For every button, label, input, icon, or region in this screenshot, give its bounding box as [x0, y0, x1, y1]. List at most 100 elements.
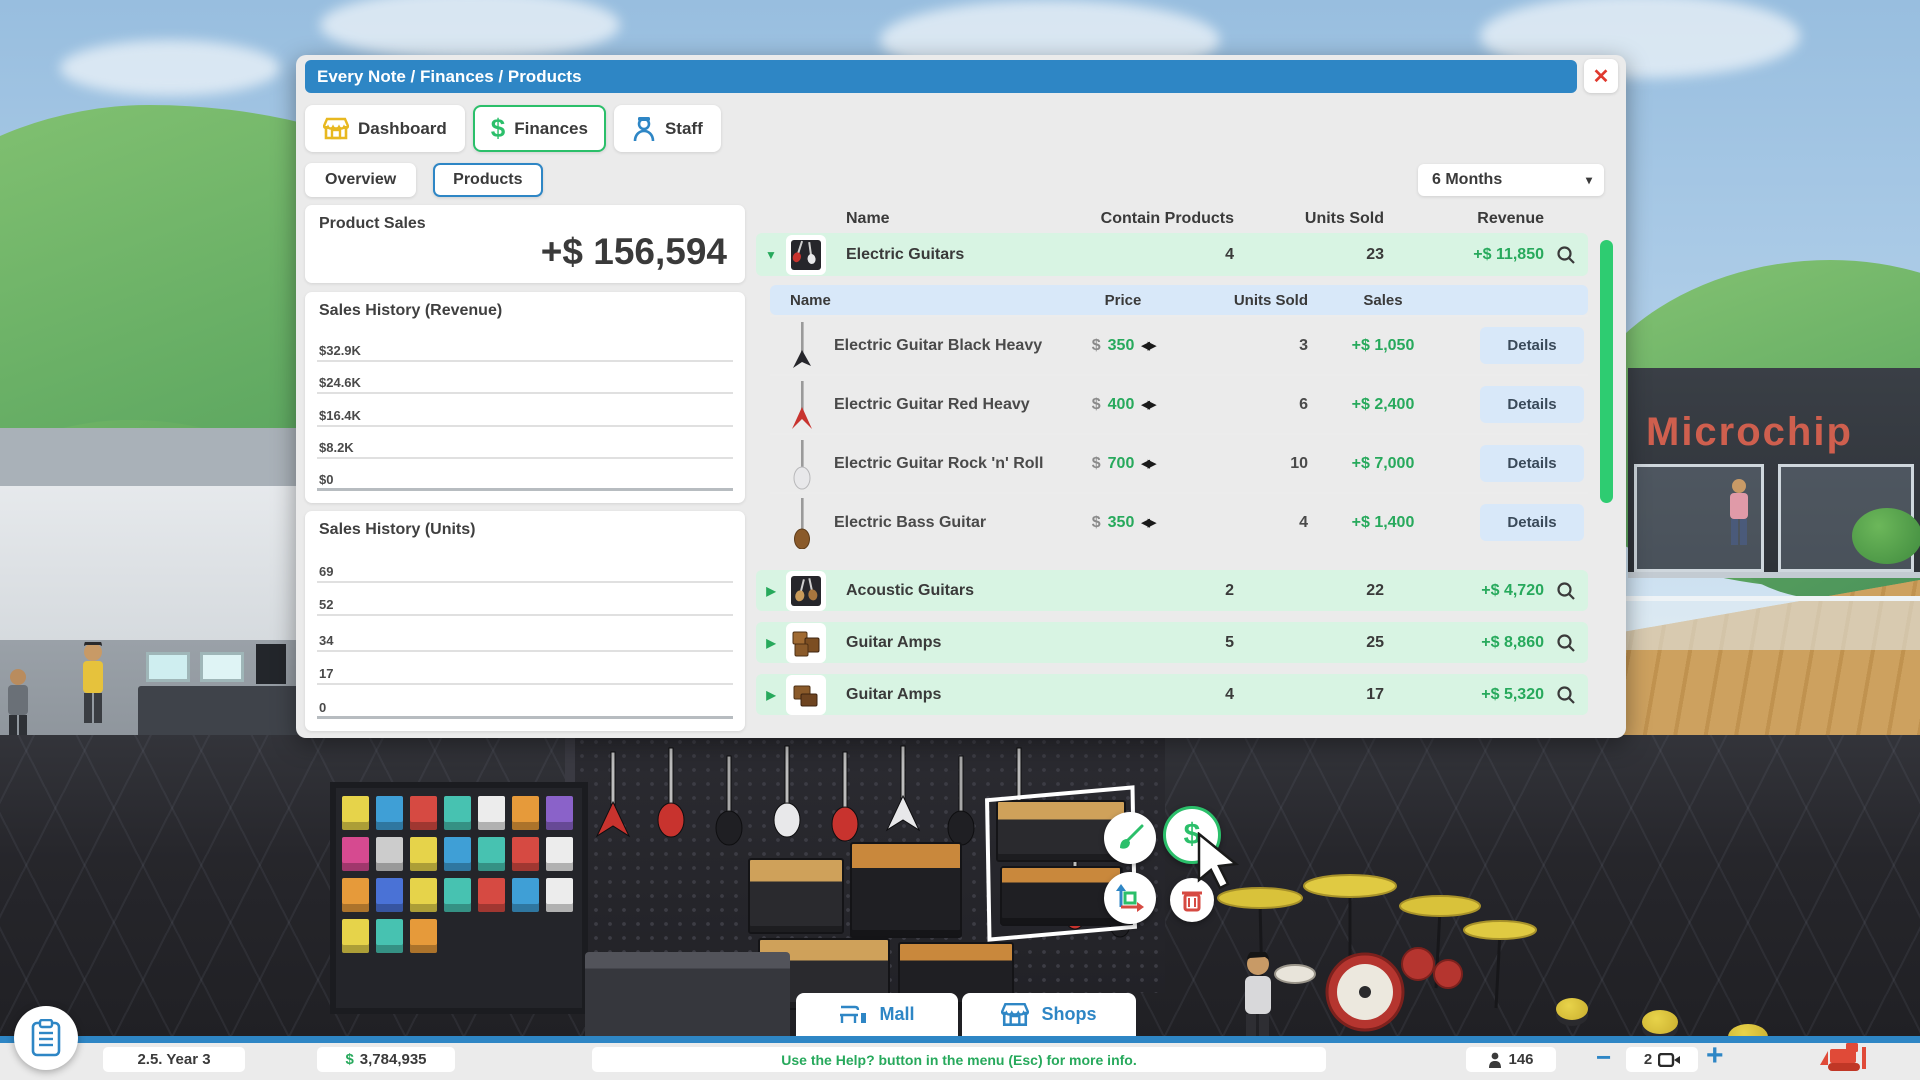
y-tick-label: 69: [319, 564, 333, 579]
tab-dashboard[interactable]: Dashboard: [305, 105, 465, 152]
revenue-chart-card: Sales History (Revenue) $32.9K $24.6K $16.…: [305, 292, 745, 503]
category-row-acoustic-guitars[interactable]: ▶ Acoustic Guitars 2 22 +$ 4,720: [756, 570, 1588, 611]
shelf-box: [342, 796, 369, 830]
close-button[interactable]: ✕: [1584, 59, 1618, 93]
category-name: Guitar Amps: [838, 634, 994, 652]
shelf-box: [512, 837, 539, 871]
visitor-count: 146: [1508, 1051, 1533, 1068]
black-guitar-icon: [791, 320, 813, 372]
product-sales-value: +$ 1,050: [1308, 337, 1458, 355]
magnifier-button[interactable]: [1544, 685, 1588, 705]
magnifier-button[interactable]: [1544, 245, 1588, 265]
category-row-electric-guitars[interactable]: ▼ Electric Guitars 4 23 +$ 11,850: [756, 233, 1588, 276]
move-tool-button[interactable]: [1104, 872, 1156, 924]
shops-button[interactable]: Shops: [962, 993, 1136, 1036]
category-name: Acoustic Guitars: [838, 582, 994, 600]
currency-symbol: $: [1092, 455, 1101, 473]
category-units: 22: [1234, 582, 1384, 600]
shelf-box: [376, 796, 403, 830]
product-sales-value: +$ 1,400: [1308, 514, 1458, 532]
chevron-down-icon: ▾: [1586, 173, 1592, 187]
monitor-dark: [256, 644, 286, 684]
tasks-menu-button[interactable]: [14, 1006, 78, 1070]
category-units: 17: [1234, 686, 1384, 704]
monitor: [200, 652, 244, 682]
npc-pink-shirt: [1726, 478, 1752, 548]
amp: [850, 842, 962, 938]
acoustic-guitars-thumb-icon: [789, 574, 823, 608]
category-row-guitar-amps-1[interactable]: ▶ Guitar Amps 5 25 +$ 8,860: [756, 622, 1588, 663]
products-table: Name Contain Products Units Sold Revenue…: [756, 205, 1588, 715]
plant: [1852, 508, 1920, 564]
mall-button[interactable]: Mall: [796, 993, 958, 1036]
magnifier-button[interactable]: [1544, 633, 1588, 653]
clipboard-icon: [30, 1019, 62, 1057]
product-row: Electric Guitar Red Heavy $ 400 ◀▶ 6 +$ …: [770, 374, 1588, 433]
y-tick-label: 0: [319, 700, 326, 715]
units-chart: 695234170: [317, 549, 733, 719]
product-sales-total: +$ 156,594: [541, 231, 727, 273]
details-button[interactable]: Details: [1480, 504, 1584, 541]
magnifier-button[interactable]: [1544, 581, 1588, 601]
price-adjust-arrows[interactable]: ◀▶: [1141, 457, 1154, 470]
y-tick-label: $16.4K: [319, 408, 361, 423]
product-thumbnail: [770, 438, 834, 490]
stool: [1642, 1010, 1678, 1034]
period-dropdown[interactable]: 6 Months ▾: [1418, 164, 1604, 196]
zoom-in-button[interactable]: +: [1706, 1039, 1724, 1073]
shelf-box: [444, 837, 471, 871]
product-name: Electric Guitar Rock 'n' Roll: [834, 455, 1048, 473]
category-units: 23: [1234, 246, 1384, 264]
expand-closed-icon[interactable]: ▶: [756, 584, 786, 598]
tab-staff[interactable]: Staff: [614, 105, 721, 152]
product-units-sold: 10: [1198, 455, 1308, 473]
tab-label: Staff: [665, 119, 703, 139]
sub-col-name: Name: [770, 292, 1048, 309]
game-date: 2.5. Year 3: [103, 1047, 245, 1072]
details-button[interactable]: Details: [1480, 327, 1584, 364]
currency-symbol: $: [1092, 337, 1101, 355]
paint-tool-button[interactable]: [1104, 812, 1156, 864]
zoom-out-button[interactable]: −: [1596, 1042, 1611, 1073]
product-name: Electric Guitar Red Heavy: [834, 396, 1048, 414]
expand-closed-icon[interactable]: ▶: [756, 688, 786, 702]
price-adjust-arrows[interactable]: ◀▶: [1141, 339, 1154, 352]
price-value: 350: [1108, 337, 1135, 355]
bottom-accent-strip: [0, 1036, 1920, 1043]
finances-window: Every Note / Finances / Products ✕ Dashb…: [296, 55, 1626, 738]
product-sales-value: +$ 2,400: [1308, 396, 1458, 414]
subtab-overview[interactable]: Overview: [305, 163, 416, 197]
stool: [1556, 998, 1588, 1020]
chart-title: Sales History (Revenue): [319, 302, 502, 320]
shelf-box: [478, 837, 505, 871]
expand-closed-icon[interactable]: ▶: [756, 636, 786, 650]
y-tick-label: $32.9K: [319, 343, 361, 358]
col-header-contain: Contain Products: [994, 210, 1234, 228]
y-tick-label: $24.6K: [319, 375, 361, 390]
product-sales-value: +$ 7,000: [1308, 455, 1458, 473]
camera-mode[interactable]: 2: [1626, 1047, 1698, 1072]
category-name: Electric Guitars: [838, 246, 994, 264]
chart-bars: [361, 549, 729, 719]
price-adjust-arrows[interactable]: ◀▶: [1141, 398, 1154, 411]
guitar-amps-thumb-icon: [789, 678, 823, 712]
bulldozer-icon[interactable]: [1816, 1043, 1874, 1073]
category-thumbnail: [786, 235, 826, 275]
camera-icon: [1658, 1053, 1680, 1067]
price-adjust-arrows[interactable]: ◀▶: [1141, 516, 1154, 529]
table-scrollbar[interactable]: [1600, 240, 1613, 503]
category-row-guitar-amps-2[interactable]: ▶ Guitar Amps 4 17 +$ 5,320: [756, 674, 1588, 715]
subtab-products[interactable]: Products: [433, 163, 542, 197]
minus-icon: −: [1596, 1042, 1611, 1072]
details-button[interactable]: Details: [1480, 386, 1584, 423]
details-button[interactable]: Details: [1480, 445, 1584, 482]
chart-title: Sales History (Units): [319, 521, 475, 539]
tab-finances[interactable]: $ Finances: [473, 105, 606, 152]
dollar-icon: $: [345, 1051, 353, 1068]
category-contain: 2: [994, 582, 1234, 600]
shops-store-icon: [1001, 1002, 1029, 1028]
expand-open-icon[interactable]: ▼: [756, 248, 786, 262]
shelf-box: [512, 878, 539, 912]
price-value: 700: [1108, 455, 1135, 473]
game-screen: Microchip: [0, 0, 1920, 1080]
